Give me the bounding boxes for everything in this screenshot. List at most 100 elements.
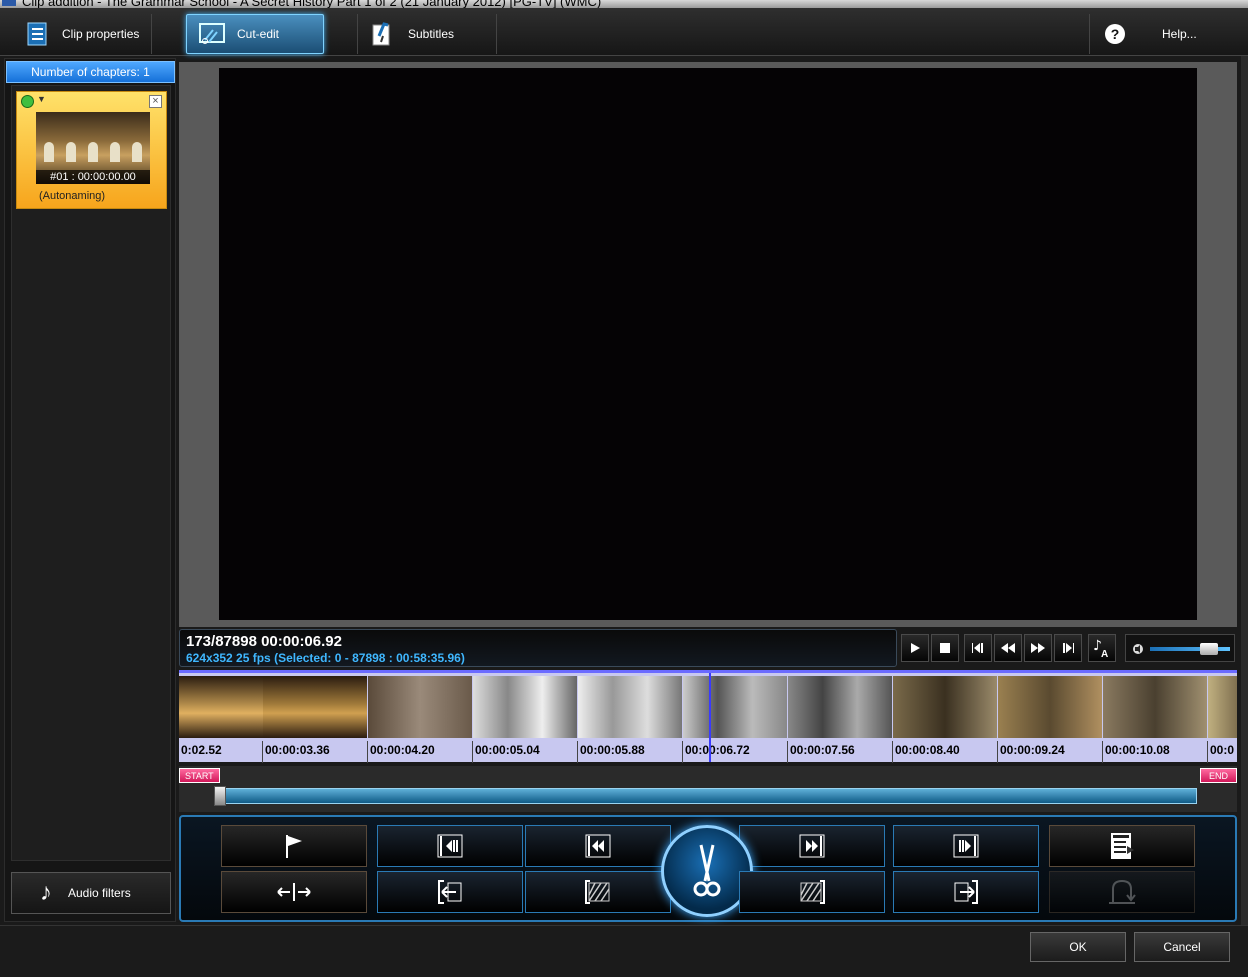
close-icon[interactable]: × [149,95,162,108]
undo-button[interactable] [1049,871,1195,913]
frame-position: 173/87898 00:00:06.92 [186,633,342,650]
step-to-start-icon [437,834,463,858]
prev-frame-button[interactable] [964,634,992,662]
forward-to-end-button[interactable] [739,825,885,867]
timeline-thumbnail [998,676,1102,738]
timeline-thumbnail [578,676,682,738]
range-handle[interactable] [214,786,226,806]
fast-forward-icon [1031,643,1045,653]
delete-before-button[interactable] [525,871,671,913]
flag-icon [286,835,302,858]
delete-after-button[interactable] [739,871,885,913]
tab-subtitles[interactable]: Subtitles [357,14,497,54]
timeline-tick: 00:00:03.36 [265,743,330,757]
toolbar: Clip properties Cut-edit Subtitles ? Hel… [0,8,1248,56]
chapter-timecode: #01 : 00:00:00.00 [36,170,150,184]
chevron-down-icon[interactable]: ▼ [37,94,46,104]
step-back-icon [972,643,983,653]
timeline-thumbnail [893,676,997,738]
start-marker[interactable]: START [179,768,220,783]
step-to-end-icon [953,834,979,858]
split-button[interactable] [221,871,367,913]
goto-end-frame-button[interactable] [893,825,1039,867]
cancel-button[interactable]: Cancel [1134,932,1230,962]
timeline-tick: 00:0 [1210,743,1235,757]
split-icon [277,883,311,901]
video-preview-area [179,62,1237,627]
speaker-icon [1132,642,1144,660]
timeline-tick: 00:00:07.56 [790,743,855,757]
ok-button[interactable]: OK [1030,932,1126,962]
chapter-panel: Number of chapters: 1 ▼ × #01 : 00:00:00… [4,58,176,922]
selection-range: START END [179,766,1237,812]
timeline-strip[interactable]: 0:02.52 00:00:03.36 00:00:04.20 00:00:05… [179,670,1237,763]
timeline-thumbnail [788,676,892,738]
timeline-tick: 00:00:05.04 [475,743,540,757]
playback-controls: ♪ A [901,631,1237,665]
rewind-to-start-button[interactable] [525,825,671,867]
audio-filters-label: Audio filters [68,886,131,900]
hatched-left-icon [585,880,610,904]
rewind-to-start-icon [585,834,611,858]
set-start-icon [438,880,462,904]
cut-edit-icon [199,21,225,47]
timeline-thumbnail [368,676,472,738]
app-icon [2,0,16,6]
stop-icon [940,643,950,653]
chapter-status-icon[interactable] [21,95,34,108]
tab-clip-properties[interactable]: Clip properties [12,14,152,54]
set-end-icon [954,880,978,904]
set-end-button[interactable] [893,871,1039,913]
rewind-button[interactable] [994,634,1022,662]
fast-forward-button[interactable] [1024,634,1052,662]
help-label: Help... [1162,27,1197,41]
audio-track-icon: ♪A [1093,638,1108,658]
tab-label: Cut-edit [237,27,280,41]
frame-info-panel: 173/87898 00:00:06.92 624x352 25 fps (Se… [179,629,897,667]
cut-edit-panel [179,815,1237,922]
subtitles-icon [370,21,396,47]
timeline-tick: 00:00:08.40 [895,743,960,757]
music-note-icon: ♪ [40,879,52,906]
step-forward-icon [1063,643,1074,653]
audio-track-button[interactable]: ♪ A [1088,634,1116,662]
video-details: 624x352 25 fps (Selected: 0 - 87898 : 00… [186,651,465,665]
add-chapter-button[interactable] [221,825,367,867]
volume-slider[interactable] [1125,634,1235,662]
audio-filters-button[interactable]: ♪ Audio filters [11,872,171,914]
window-edge [1241,56,1248,926]
forward-to-end-icon [799,834,825,858]
timeline-playhead[interactable] [709,673,711,762]
stop-button[interactable] [931,634,959,662]
end-marker[interactable]: END [1199,768,1237,783]
scissors-icon [693,844,721,897]
timeline-thumbnail [1103,676,1207,738]
chapters-count-header: Number of chapters: 1 [6,61,175,83]
timeline-thumbnail [1208,676,1237,738]
tab-cut-edit[interactable]: Cut-edit [186,14,324,54]
chapter-item[interactable]: ▼ × #01 : 00:00:00.00 (Autonaming) [16,91,167,209]
dialog-button-bar: OK Cancel [0,925,1248,977]
video-screen[interactable] [219,68,1197,620]
range-bar[interactable] [219,788,1197,804]
timeline-tick: 00:00:04.20 [370,743,435,757]
rewind-icon [1001,643,1015,653]
clip-properties-icon [24,21,50,47]
undo-icon [1109,879,1136,904]
next-frame-button[interactable] [1054,634,1082,662]
timeline-thumbnail [683,676,787,738]
hatched-right-icon [800,880,825,904]
help-button[interactable]: ? Help... [1089,14,1239,54]
timeline-tick: 00:00:10.08 [1105,743,1170,757]
window-title: Clip addition - The Grammar School - A S… [22,0,602,8]
tab-label: Clip properties [62,27,140,41]
title-bar: Clip addition - The Grammar School - A S… [0,0,1248,8]
set-start-button[interactable] [377,871,523,913]
list-icon [1111,833,1134,859]
volume-knob[interactable] [1200,643,1218,655]
goto-start-frame-button[interactable] [377,825,523,867]
edit-list-button[interactable] [1049,825,1195,867]
timeline-tick: 00:00:09.24 [1000,743,1065,757]
play-button[interactable] [901,634,929,662]
chapter-list[interactable]: ▼ × #01 : 00:00:00.00 (Autonaming) [11,85,171,861]
